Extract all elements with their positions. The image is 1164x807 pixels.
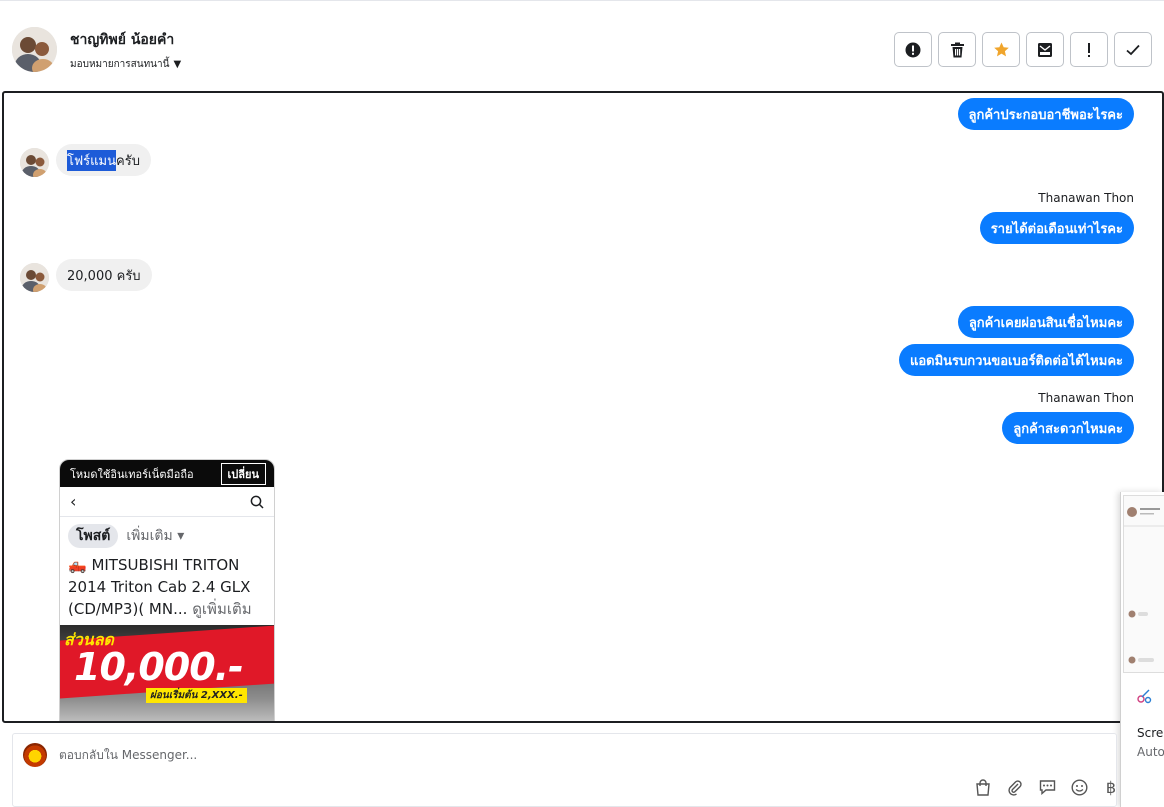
mark-spam-button[interactable] [894, 32, 932, 67]
message-thread[interactable]: ลูกค้าประกอบอาชีพอะไรคะ โฟร์แมน ครับ Than… [2, 91, 1164, 723]
payment-button[interactable]: ฿ [1101, 777, 1121, 797]
selected-text[interactable]: โฟร์แมน [67, 149, 117, 171]
preview-title: Scre [1137, 726, 1164, 740]
preview-subtitle: Auto [1137, 745, 1164, 759]
assign-conversation-dropdown[interactable]: มอบหมายการสนทนานี้ ▼ [70, 57, 181, 72]
promo-amount: 10,000.- [74, 645, 244, 689]
contact-avatar[interactable] [12, 27, 57, 72]
attachment-icon [1008, 779, 1022, 796]
card-tabs: โพสต์ เพิ่มเติม ▾ [60, 517, 274, 552]
mark-unread-icon [1038, 42, 1052, 57]
back-arrow-icon: ‹ [70, 492, 77, 511]
alert-circle-icon [905, 42, 921, 57]
reply-composer: ฿ [12, 733, 1117, 807]
message-bubble-outgoing[interactable]: ลูกค้าเคยผ่อนสินเชื่อไหมคะ [957, 306, 1134, 338]
conversation-header: ชาญทิพย์ น้อยคำ มอบหมายการสนทนานี้ ▼ [0, 0, 1164, 91]
shopping-bag-button[interactable] [973, 777, 993, 797]
message-text: ลูกค้าประกอบอาชีพอะไรคะ [968, 107, 1123, 123]
message-bubble-outgoing[interactable]: รายได้ต่อเดือนเท่าไรคะ [979, 212, 1134, 244]
sender-name: Thanawan Thon [1038, 391, 1134, 405]
emoji-icon [1070, 778, 1088, 796]
delete-button[interactable] [938, 32, 976, 67]
promo-installment: ผ่อนเริ่มต้น 2,XXX.- [146, 688, 247, 703]
message-bubble-incoming[interactable]: 20,000 ครับ [56, 259, 152, 291]
reply-input[interactable] [59, 748, 959, 762]
search-icon [250, 495, 264, 509]
shared-image-attachment[interactable]: โหมดใช้อินเทอร์เน็ตมือถือ เปลี่ยน ‹ โพสต… [59, 459, 275, 721]
composer-toolbar: ฿ [973, 777, 1121, 797]
message-bubble-outgoing[interactable]: ลูกค้าประกอบอาชีพอะไรคะ [957, 98, 1134, 130]
saved-reply-icon [1039, 780, 1055, 795]
shopping-bag-icon [976, 778, 990, 796]
message-text: ลูกค้าสะดวกไหมคะ [1013, 421, 1123, 437]
message-bubble-outgoing[interactable]: ลูกค้าสะดวกไหมคะ [1002, 412, 1134, 444]
snipping-tool-icon [1137, 689, 1152, 704]
trash-icon [950, 42, 964, 57]
banner-text: โหมดใช้อินเทอร์เน็ตมือถือ [70, 467, 194, 481]
message-bubble-outgoing[interactable]: แอดมินรบกวนขอเบอร์ติดต่อได้ไหมคะ [898, 344, 1134, 376]
screenshot-preview-panel[interactable]: Scre Auto [1120, 492, 1164, 807]
mark-done-button[interactable] [1114, 32, 1152, 67]
contact-avatar-small [20, 263, 49, 292]
assign-label: มอบหมายการสนทนานี้ [70, 59, 170, 70]
saved-reply-button[interactable] [1037, 777, 1057, 797]
message-text: รายได้ต่อเดือนเท่าไรคะ [990, 221, 1123, 237]
emoji-button[interactable] [1069, 777, 1089, 797]
card-nav-bar: ‹ [60, 487, 274, 517]
mobile-data-banner: โหมดใช้อินเทอร์เน็ตมือถือ เปลี่ยน [60, 460, 274, 487]
exclamation-icon [1088, 42, 1090, 57]
message-text: ลูกค้าเคยผ่อนสินเชื่อไหมคะ [968, 315, 1123, 331]
check-icon [1126, 44, 1140, 55]
promo-image: ส่วนลด 10,000.- ผ่อนเริ่มต้น 2,XXX.- [60, 625, 274, 721]
change-button: เปลี่ยน [220, 462, 266, 485]
message-bubble-incoming[interactable]: โฟร์แมน ครับ [56, 144, 151, 176]
preview-thumbnail[interactable] [1123, 495, 1164, 673]
message-text: 20,000 ครับ [67, 268, 141, 284]
follow-up-button[interactable] [1070, 32, 1108, 67]
message-text: ครับ [116, 153, 140, 169]
star-icon [993, 42, 1009, 56]
page-avatar [23, 743, 47, 767]
baht-icon: ฿ [1105, 777, 1117, 797]
contact-name: ชาญทิพย์ น้อยคำ [70, 32, 175, 48]
caret-down-icon: ▼ [173, 59, 182, 70]
sender-name: Thanawan Thon [1038, 191, 1134, 205]
attach-button[interactable] [1005, 777, 1025, 797]
see-more-link: ดูเพิ่มเติม [192, 600, 252, 618]
conversation-toolbar [894, 32, 1152, 67]
message-text: แอดมินรบกวนขอเบอร์ติดต่อได้ไหมคะ [909, 353, 1123, 369]
inbox-conversation-view: ชาญทิพย์ น้อยคำ มอบหมายการสนทนานี้ ▼ ลูก… [0, 0, 1164, 807]
star-button[interactable] [982, 32, 1020, 67]
tab-posts: โพสต์ [68, 524, 119, 548]
post-title: 🛻 MITSUBISHI TRITON 2014 Triton Cab 2.4 … [68, 556, 252, 618]
contact-avatar-small [20, 148, 49, 177]
mark-unread-button[interactable] [1026, 32, 1064, 67]
tab-more: เพิ่มเติม ▾ [126, 528, 185, 544]
